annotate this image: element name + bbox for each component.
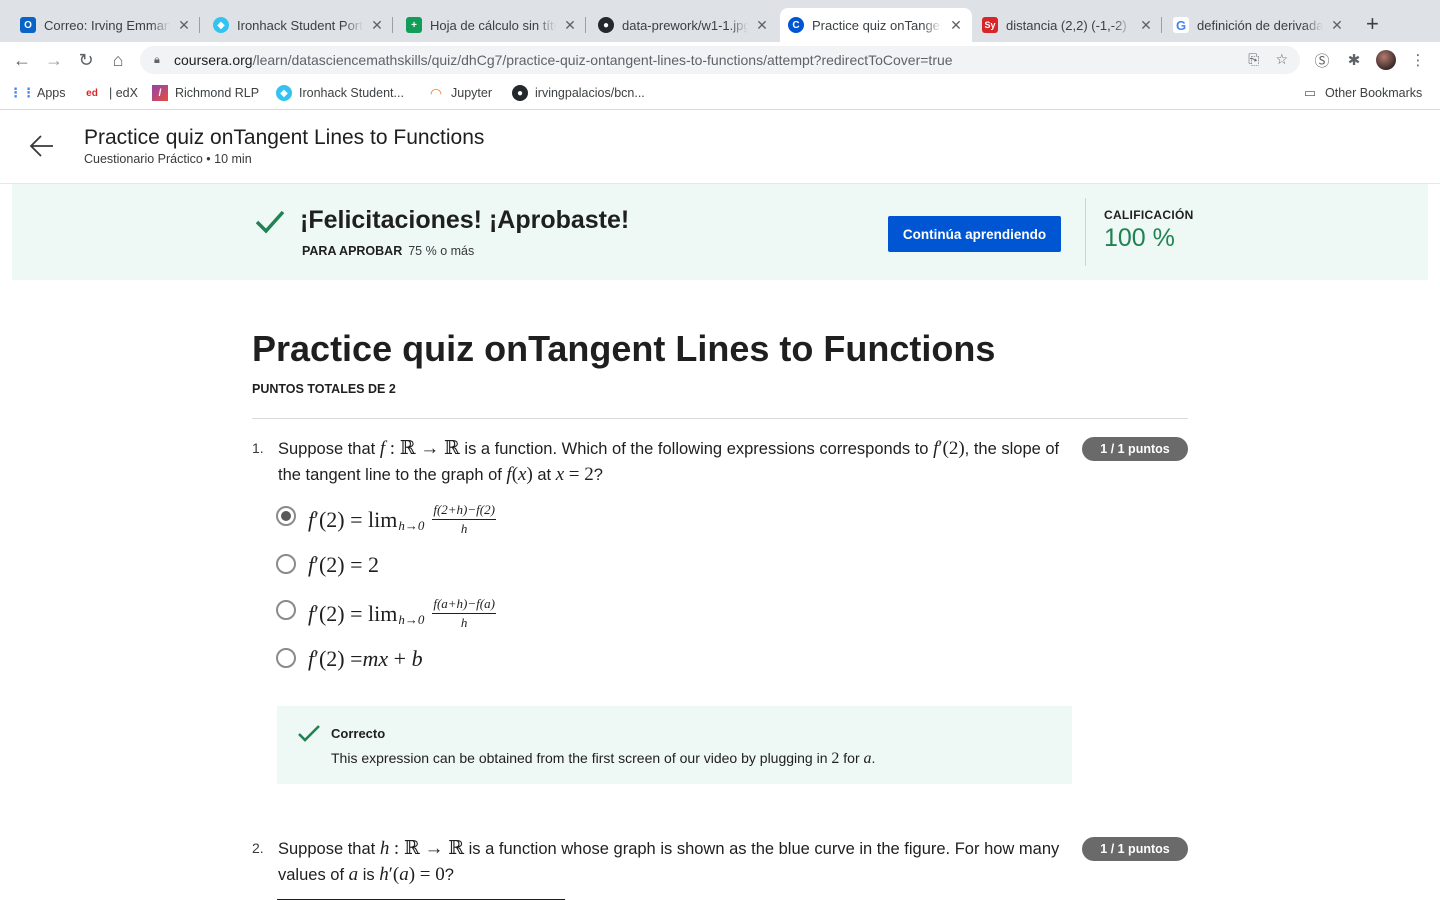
bookmark-richmond[interactable]: / Richmond RLP bbox=[152, 85, 259, 101]
total-points: PUNTOS TOTALES DE 2 bbox=[252, 382, 396, 396]
menu-kebab-icon[interactable]: ⋮ bbox=[1408, 50, 1428, 70]
divider bbox=[1085, 198, 1086, 266]
continue-learning-button[interactable]: Continúa aprendiendo bbox=[888, 216, 1061, 252]
new-tab-icon[interactable]: + bbox=[1366, 12, 1379, 36]
result-banner: ¡Felicitaciones! ¡Aprobaste! PARA APROBA… bbox=[12, 184, 1428, 280]
answer-radio[interactable] bbox=[276, 600, 296, 620]
answer-radio[interactable] bbox=[276, 648, 296, 668]
answer-option[interactable]: f ′(2) = 2 bbox=[308, 552, 379, 578]
bookmark-apps[interactable]: ⋮⋮ Apps bbox=[9, 85, 66, 101]
checkmark-icon bbox=[298, 725, 320, 742]
points-badge: 1 / 1 puntos bbox=[1082, 837, 1188, 861]
browser-tab[interactable]: + Hoja de cálculo sin título ✕ bbox=[398, 8, 586, 42]
back-icon[interactable]: ← bbox=[10, 48, 34, 72]
checkmark-icon bbox=[255, 210, 285, 234]
answer-radio-selected[interactable] bbox=[276, 506, 296, 526]
bookmark-ironhack[interactable]: ◆ Ironhack Student... bbox=[276, 85, 404, 101]
github-icon: ● bbox=[598, 17, 614, 33]
browser-tab[interactable]: Sy distancia (2,2) (-1,-2) ✕ bbox=[974, 8, 1162, 42]
grade-label: CALIFICACIÓN bbox=[1104, 208, 1194, 222]
question-text: Suppose that h : ℝ → ℝ is a function who… bbox=[278, 838, 1060, 885]
jupyter-icon: ◠ bbox=[430, 84, 442, 101]
close-tab-icon[interactable]: ✕ bbox=[562, 17, 578, 34]
question-text: Suppose that f : ℝ → ℝ is a function. Wh… bbox=[278, 438, 1060, 485]
close-tab-icon[interactable]: ✕ bbox=[176, 17, 192, 34]
course-header: Practice quiz onTangent Lines to Functio… bbox=[0, 110, 1440, 184]
browser-tab[interactable]: G definición de derivada ✕ bbox=[1165, 8, 1353, 42]
page-subtitle: Cuestionario Práctico • 10 min bbox=[84, 152, 252, 166]
pass-threshold: PARA APROBAR 75 % o más bbox=[302, 244, 475, 258]
close-tab-icon[interactable]: ✕ bbox=[1138, 17, 1154, 34]
pass-heading: ¡Felicitaciones! ¡Aprobaste! bbox=[300, 206, 630, 234]
reload-icon[interactable]: ↻ bbox=[74, 48, 98, 72]
browser-tab-bar: O Correo: Irving Emmanuel ✕ ◆ Ironhack S… bbox=[0, 0, 1440, 42]
close-tab-icon[interactable]: ✕ bbox=[369, 17, 385, 34]
back-arrow-icon[interactable] bbox=[28, 132, 56, 160]
answer-radio[interactable] bbox=[276, 554, 296, 574]
github-icon: ● bbox=[512, 85, 528, 101]
sheets-icon: + bbox=[406, 17, 422, 33]
home-icon[interactable]: ⌂ bbox=[106, 48, 130, 72]
bookmarks-bar: ⋮⋮ Apps ed | edX / Richmond RLP ◆ Ironha… bbox=[0, 78, 1440, 110]
profile-avatar-icon[interactable] bbox=[1376, 50, 1396, 70]
answer-option[interactable]: f ′(2) = mx + b bbox=[308, 646, 423, 672]
browser-tab[interactable]: ◆ Ironhack Student Portal ✕ bbox=[205, 8, 393, 42]
bookmark-star-icon[interactable]: ☆ bbox=[1275, 51, 1288, 68]
browser-tab[interactable]: O Correo: Irving Emmanuel ✕ bbox=[12, 8, 200, 42]
browser-tab[interactable]: ● data-prework/w1-1.jpg ✕ bbox=[590, 8, 778, 42]
ironhack-icon: ◆ bbox=[213, 17, 229, 33]
outlook-icon: O bbox=[20, 17, 36, 33]
lock-icon: 🔒︎ bbox=[154, 53, 160, 66]
coursera-icon: C bbox=[788, 17, 804, 33]
extensions-puzzle-icon[interactable]: ✱ bbox=[1344, 50, 1364, 70]
answer-option[interactable]: f ′(2) = lim h→0 f(2+h)−f(2) h bbox=[308, 502, 496, 537]
skype-extension-icon[interactable]: Ⓢ bbox=[1312, 50, 1332, 70]
points-badge: 1 / 1 puntos bbox=[1082, 437, 1188, 461]
bookmark-edx[interactable]: ed | edX bbox=[82, 85, 138, 101]
page-title: Practice quiz onTangent Lines to Functio… bbox=[84, 126, 485, 149]
divider bbox=[252, 418, 1188, 419]
quiz-title: Practice quiz onTangent Lines to Functio… bbox=[252, 328, 996, 369]
ironhack-icon: ◆ bbox=[276, 85, 292, 101]
edx-icon: ed bbox=[86, 87, 98, 99]
apps-grid-icon: ⋮⋮ bbox=[9, 85, 35, 100]
feedback-text: This expression can be obtained from the… bbox=[331, 750, 876, 767]
grade-value: 100 % bbox=[1104, 224, 1175, 252]
answer-option[interactable]: f ′(2) = lim h→0 f(a+h)−f(a) h bbox=[308, 596, 496, 631]
url-input[interactable]: 🔒︎ coursera.org/learn/datasciencemathski… bbox=[140, 46, 1300, 74]
browser-tab-active[interactable]: C Practice quiz onTangent ✕ bbox=[780, 8, 972, 42]
feedback-title: Correcto bbox=[331, 726, 386, 741]
google-icon: G bbox=[1173, 17, 1189, 33]
folder-icon: ▭ bbox=[1303, 85, 1317, 100]
close-tab-icon[interactable]: ✕ bbox=[1329, 17, 1345, 34]
richmond-icon: / bbox=[152, 85, 168, 101]
close-tab-icon[interactable]: ✕ bbox=[948, 17, 964, 34]
bookmark-jupyter[interactable]: ◠ Jupyter bbox=[428, 85, 492, 101]
address-bar: ← → ↻ ⌂ 🔒︎ coursera.org/learn/datascienc… bbox=[0, 42, 1440, 78]
translate-icon[interactable]: ⎘ bbox=[1248, 51, 1259, 68]
feedback-correct: Correcto This expression can be obtained… bbox=[277, 706, 1072, 784]
close-tab-icon[interactable]: ✕ bbox=[754, 17, 770, 34]
bookmark-github[interactable]: ● irvingpalacios/bcn... bbox=[512, 85, 645, 101]
other-bookmarks[interactable]: ▭ Other Bookmarks bbox=[1302, 85, 1422, 101]
forward-icon[interactable]: → bbox=[42, 48, 66, 72]
symbolab-icon: Sy bbox=[982, 17, 998, 33]
question-number: 1. bbox=[252, 440, 264, 456]
question-number: 2. bbox=[252, 840, 264, 856]
